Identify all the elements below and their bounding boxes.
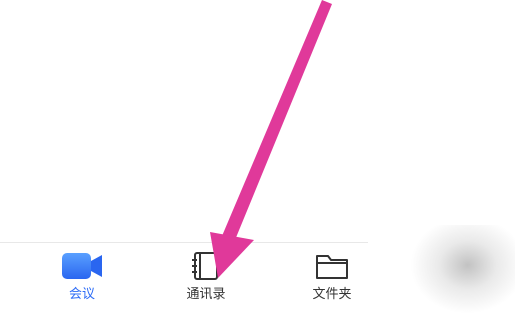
tab-contacts[interactable]: 通讯录 (156, 250, 256, 306)
tab-bar-divider (0, 242, 368, 243)
tab-contacts-label: 通讯录 (186, 287, 226, 302)
tab-files-label: 文件夹 (312, 287, 352, 302)
contacts-book-icon (184, 250, 228, 282)
tab-files[interactable]: 文件夹 (282, 250, 382, 306)
tab-meetings-label: 会议 (68, 287, 95, 302)
content-area (0, 0, 515, 242)
video-camera-icon (60, 250, 104, 282)
folder-icon (310, 250, 354, 282)
screen-glare (410, 225, 515, 314)
tab-meetings[interactable]: 会议 (32, 250, 132, 306)
app-screen: 会议 通讯录 文件夹 (0, 0, 515, 314)
